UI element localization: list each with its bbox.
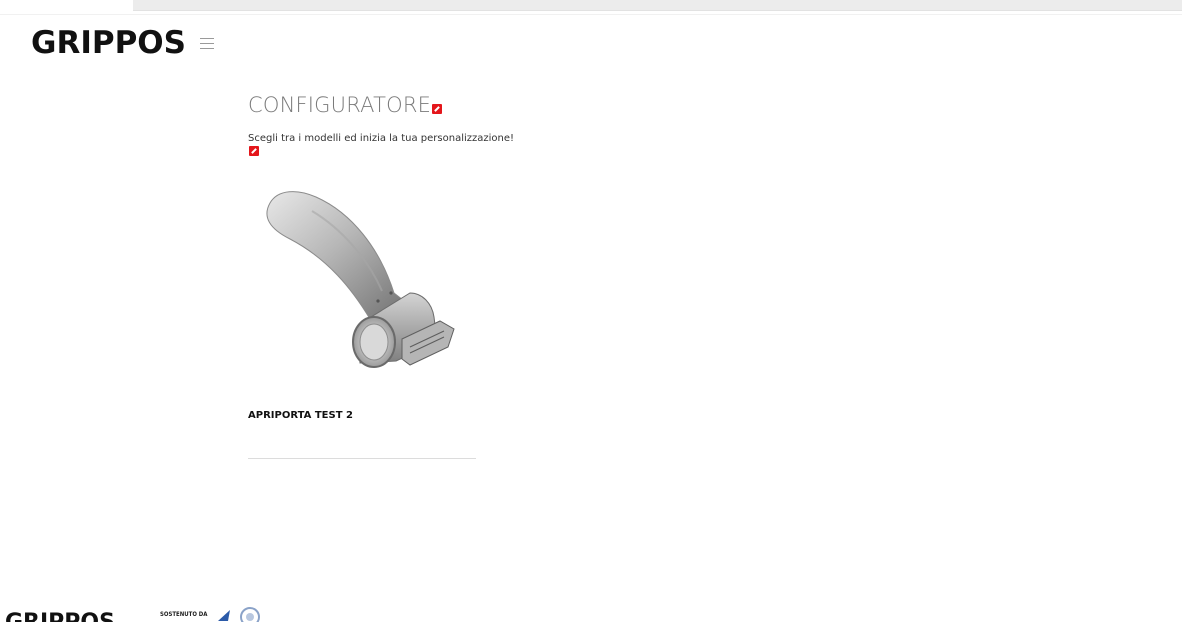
sponsor-label: SOSTENUTO DA [160, 611, 208, 618]
page-title: CONFIGURATORE [248, 93, 432, 117]
product-card[interactable]: APRIPORTA TEST 2 [248, 175, 476, 460]
header-divider [0, 14, 1182, 15]
browser-top-bar [133, 0, 1182, 11]
card-divider [248, 458, 476, 459]
edit-pencil-icon[interactable] [432, 104, 443, 114]
page-subtitle: Scegli tra i modelli ed inizia la tua pe… [248, 133, 515, 144]
product-name[interactable]: APRIPORTA TEST 2 [248, 410, 353, 421]
hamburger-menu-icon[interactable] [200, 38, 214, 50]
door-opener-product-image[interactable] [256, 183, 478, 391]
brand-logo[interactable]: GRIPPOS [31, 28, 186, 59]
edit-pencil-icon[interactable] [249, 146, 259, 156]
page-title-group: CONFIGURATORE [248, 93, 443, 117]
footer-logo[interactable]: GRIPPOS [5, 612, 115, 622]
sponsor-logo [218, 607, 260, 622]
